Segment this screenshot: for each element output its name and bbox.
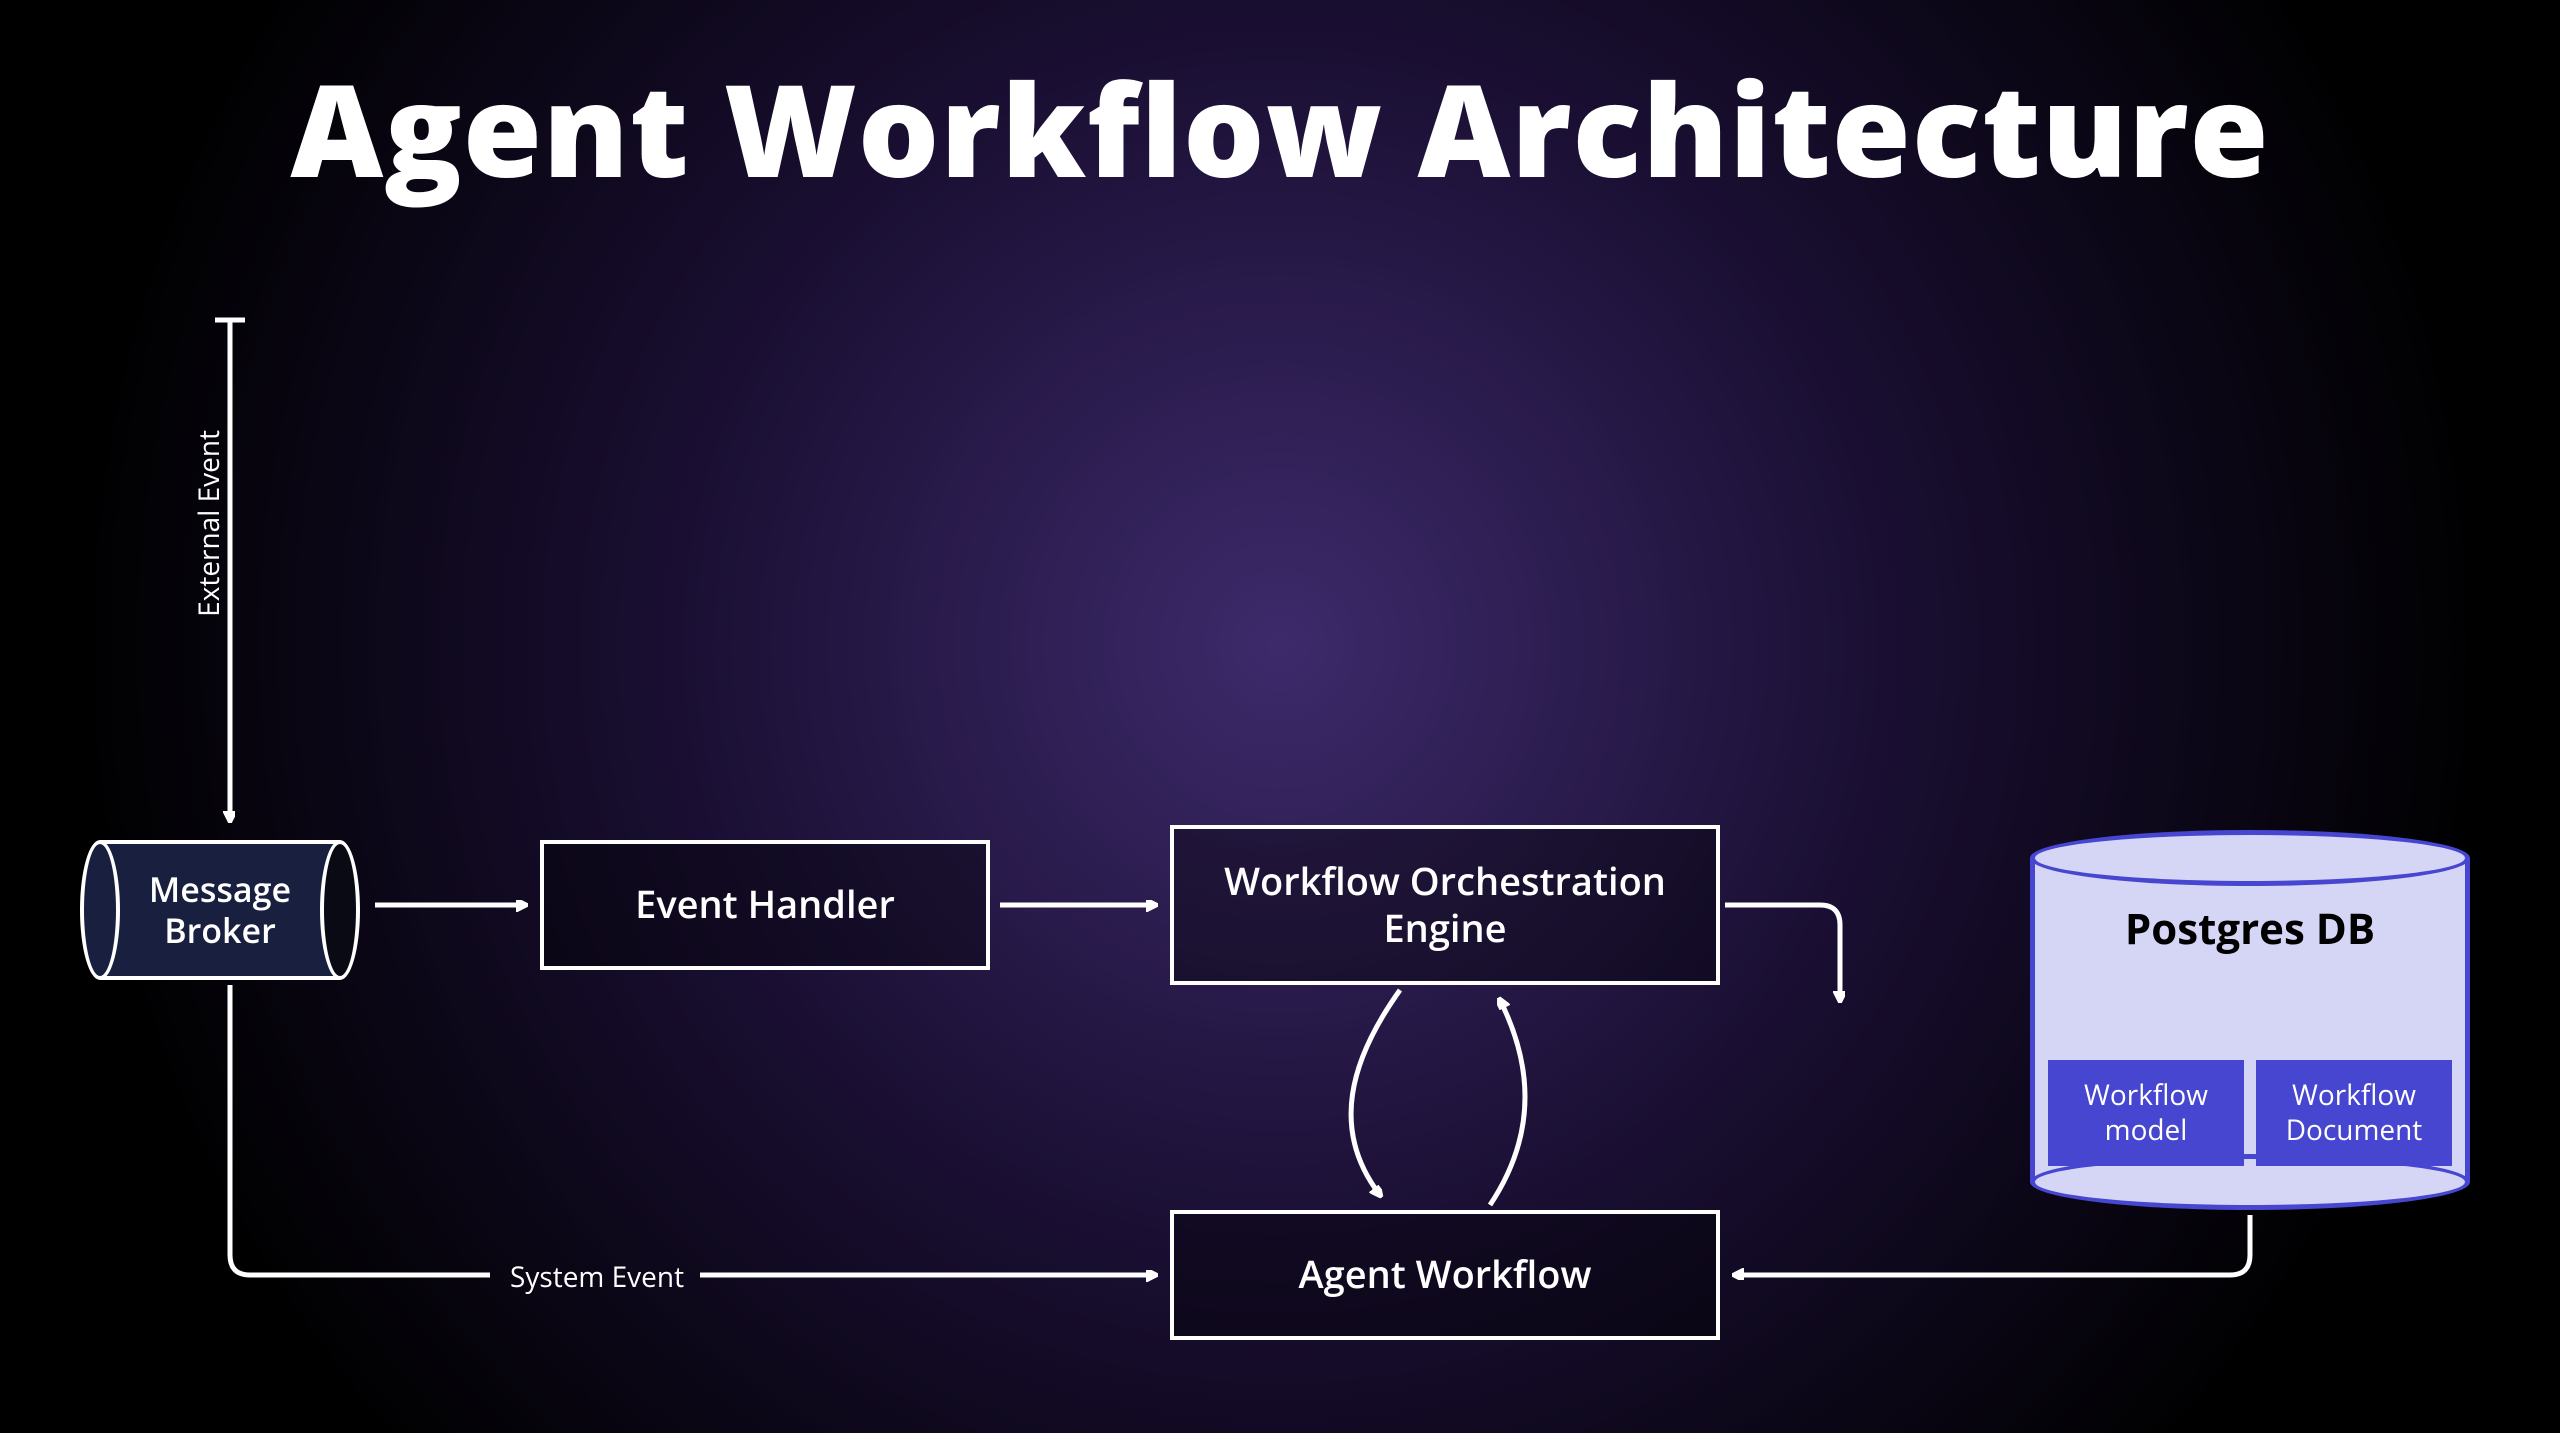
arrow-broker-system-seg1 xyxy=(230,985,490,1275)
message-broker-label: Message Broker xyxy=(149,869,291,951)
system-event-label: System Event xyxy=(510,1258,684,1296)
message-broker-node: Message Broker xyxy=(80,840,360,980)
diagram-stage: Agent Workflow Architecture External Eve… xyxy=(0,0,2560,1433)
event-handler-node: Event Handler xyxy=(540,840,990,970)
arrow-agent-to-orchestration xyxy=(1490,1000,1525,1205)
cylinder-cap-icon xyxy=(80,840,120,980)
db-table-workflow-model: Workflow model xyxy=(2048,1060,2244,1166)
postgres-db-node: Postgres DB Workflow model Workflow Docu… xyxy=(2030,830,2470,1210)
postgres-db-label: Postgres DB xyxy=(2030,900,2470,957)
cylinder-cap-icon xyxy=(2030,830,2470,886)
agent-workflow-node: Agent Workflow xyxy=(1170,1210,1720,1340)
cylinder-cap-icon xyxy=(320,840,360,980)
diagram-title: Agent Workflow Architecture xyxy=(0,40,2560,215)
orchestration-engine-node: Workflow Orchestration Engine xyxy=(1170,825,1720,985)
db-table-workflow-document: Workflow Document xyxy=(2256,1060,2452,1166)
agent-workflow-label: Agent Workflow xyxy=(1299,1251,1592,1299)
arrow-orchestration-to-db xyxy=(1725,905,1840,1000)
arrow-db-to-agent xyxy=(1735,1215,2250,1275)
external-event-label: External Event xyxy=(190,430,228,617)
orchestration-engine-label: Workflow Orchestration Engine xyxy=(1224,858,1666,953)
event-handler-label: Event Handler xyxy=(635,881,895,929)
arrow-orchestration-to-agent xyxy=(1351,990,1400,1195)
